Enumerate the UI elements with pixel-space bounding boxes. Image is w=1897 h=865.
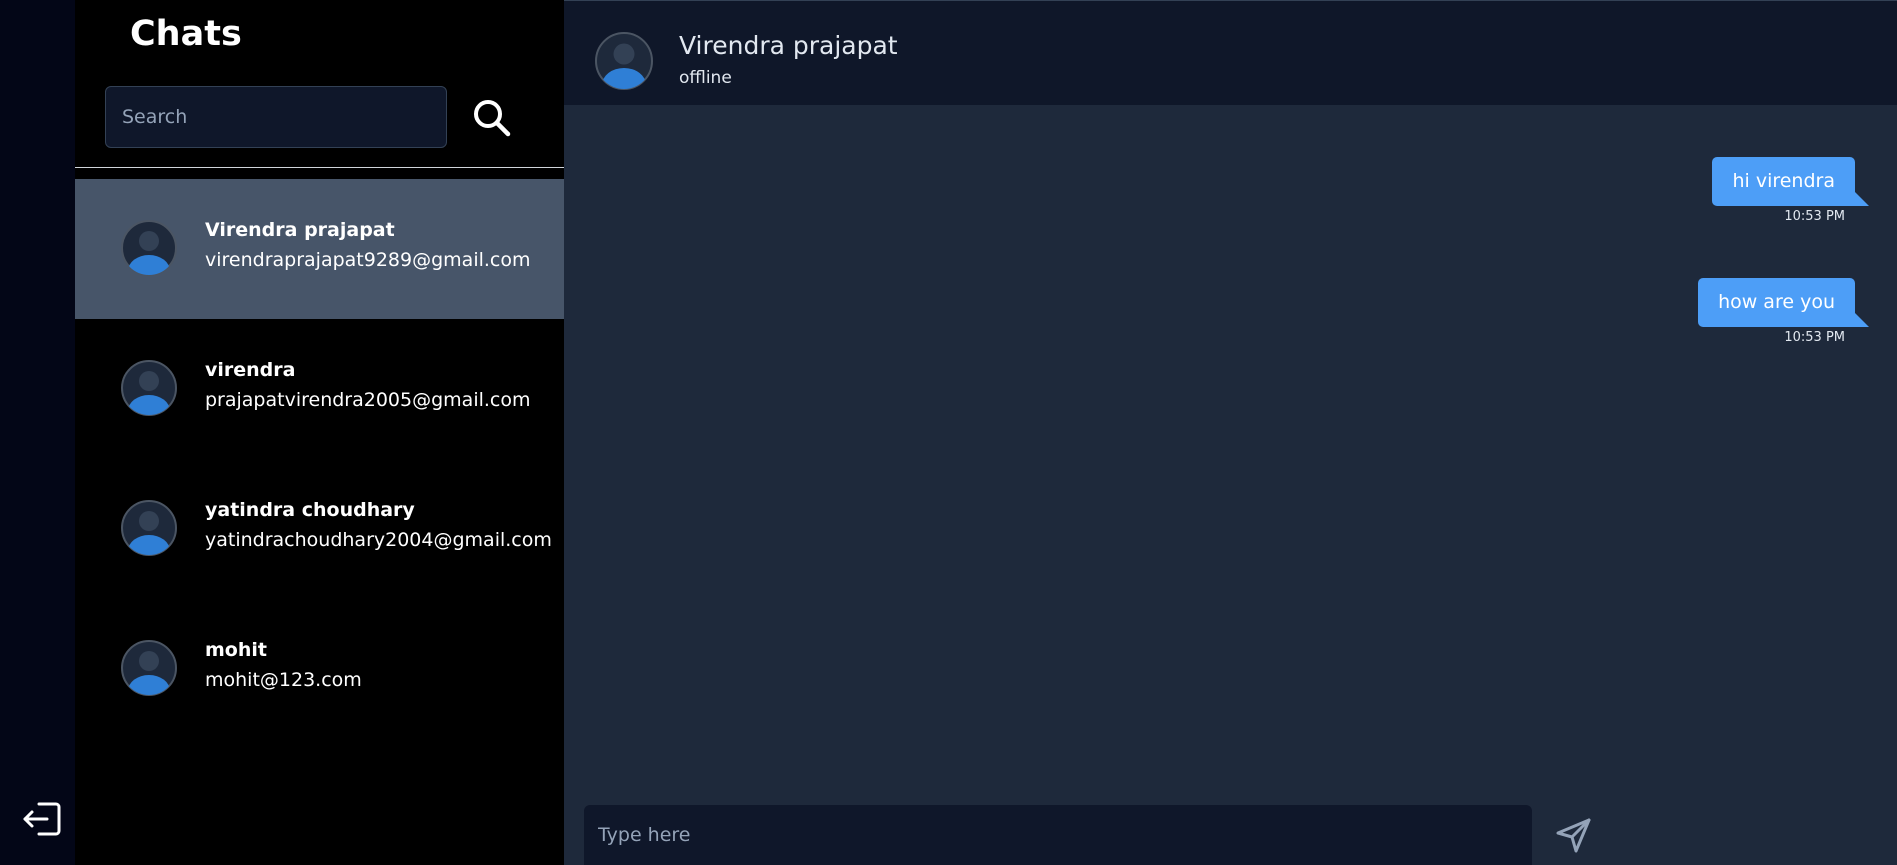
contact-email: prajapatvirendra2005@gmail.com bbox=[205, 389, 531, 411]
contact-name: Virendra prajapat bbox=[205, 219, 395, 241]
contact-email: virendraprajapat9289@gmail.com bbox=[205, 249, 531, 271]
contact-item[interactable]: mohit mohit@123.com bbox=[75, 599, 564, 739]
chat-panel: Virendra prajapat offline hi virendra 10… bbox=[564, 0, 1897, 865]
sidebar-title: Chats bbox=[130, 14, 242, 54]
contact-email: yatindrachoudhary2004@gmail.com bbox=[205, 529, 552, 551]
user-avatar-icon bbox=[120, 219, 178, 277]
search-icon[interactable] bbox=[470, 96, 514, 140]
message-text: hi virendra bbox=[1732, 170, 1835, 192]
user-avatar-icon[interactable] bbox=[594, 31, 654, 91]
bubble-tail bbox=[1855, 313, 1869, 327]
send-icon[interactable] bbox=[1554, 815, 1594, 855]
contact-item[interactable]: yatindra choudhary yatindrachoudhary2004… bbox=[75, 459, 564, 599]
contact-name: mohit bbox=[205, 639, 267, 661]
message-bubble: how are you bbox=[1698, 278, 1869, 327]
contact-item[interactable]: virendra prajapatvirendra2005@gmail.com bbox=[75, 319, 564, 459]
search-input[interactable] bbox=[105, 86, 447, 148]
user-avatar-icon bbox=[120, 499, 178, 557]
user-avatar-icon bbox=[120, 639, 178, 697]
contact-email: mohit@123.com bbox=[205, 669, 362, 691]
user-avatar-icon bbox=[120, 359, 178, 417]
contact-name: virendra bbox=[205, 359, 296, 381]
chat-contact-name: Virendra prajapat bbox=[679, 31, 898, 60]
message-input[interactable] bbox=[584, 805, 1532, 865]
sidebar-divider bbox=[75, 167, 564, 168]
message-time: 10:53 PM bbox=[1784, 209, 1845, 224]
message-bubble: hi virendra bbox=[1712, 157, 1869, 206]
contact-list: Virendra prajapat virendraprajapat9289@g… bbox=[75, 179, 564, 739]
chat-app: Chats Search Virendra prajapat virendrap… bbox=[0, 0, 1897, 865]
contact-item[interactable]: Virendra prajapat virendraprajapat9289@g… bbox=[75, 179, 564, 319]
bubble-tail bbox=[1855, 192, 1869, 206]
chat-contact-status: offline bbox=[679, 68, 732, 88]
chat-header: Virendra prajapat offline bbox=[564, 0, 1897, 105]
message-time: 10:53 PM bbox=[1784, 330, 1845, 345]
chats-sidebar: Chats Search Virendra prajapat virendrap… bbox=[75, 0, 564, 865]
left-rail bbox=[0, 0, 75, 865]
logout-icon[interactable] bbox=[22, 801, 62, 837]
message-text: how are you bbox=[1718, 291, 1835, 313]
contact-name: yatindra choudhary bbox=[205, 499, 415, 521]
